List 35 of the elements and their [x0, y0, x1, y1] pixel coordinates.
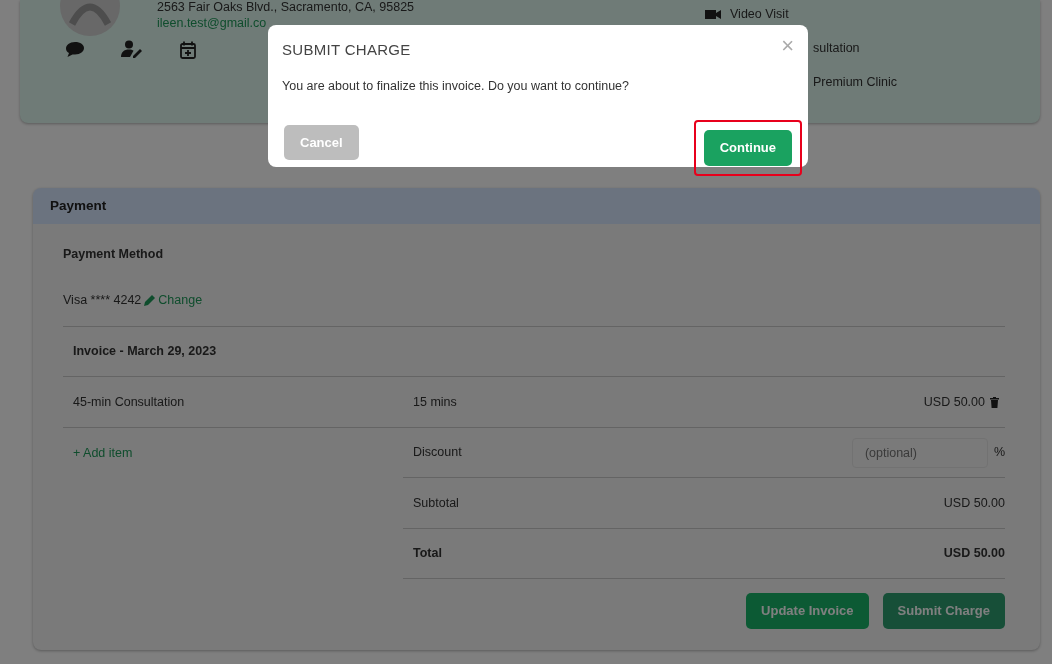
card-header: Payment: [33, 188, 1040, 225]
email-link[interactable]: ileen.test@gmail.co: [157, 14, 267, 32]
appointment-text: sultation: [813, 40, 860, 58]
summary-label: Total: [413, 545, 442, 563]
close-button[interactable]: ×: [781, 35, 794, 57]
add-item-link[interactable]: + Add item: [73, 443, 133, 463]
item-amount: USD 50.00: [923, 393, 985, 411]
continue-button[interactable]: Continue: [703, 130, 792, 166]
summary-amount: USD 50.00: [943, 545, 1005, 563]
invoice-title: Invoice - March 29, 2023: [73, 343, 217, 361]
percent-text: %: [993, 444, 1005, 462]
discount-field[interactable]: (optional): [851, 437, 988, 468]
user-edit-icon[interactable]: [121, 40, 143, 58]
item-duration: 15 mins: [413, 393, 457, 411]
video-camera-icon: [705, 8, 721, 20]
item-name: 45-min Consultation: [73, 393, 185, 411]
trash-icon[interactable]: [990, 396, 999, 408]
summary-amount: USD 50.00: [943, 494, 1005, 512]
cancel-button[interactable]: Cancel: [284, 124, 359, 161]
discount-label: Discount: [413, 444, 462, 462]
avatar-icon: [60, 0, 120, 36]
calendar-plus-icon[interactable]: [179, 40, 197, 60]
appointment-text: Premium Clinic: [813, 74, 898, 92]
chat-icon[interactable]: [65, 40, 85, 58]
appointment-text: Video Visit: [730, 5, 789, 23]
section-label: Payment Method: [63, 246, 164, 264]
address-text: 2563 Fair Oaks Blvd., Sacramento, CA, 95825: [157, 0, 415, 14]
card-number-text: Visa **** 4242: [63, 292, 142, 309]
summary-label: Subtotal: [413, 494, 459, 512]
pencil-icon: [144, 294, 156, 306]
modal-message: You are about to finalize this invoice. Do you want to continue?: [282, 77, 630, 95]
submit-button[interactable]: Submit Charge: [882, 593, 1005, 629]
modal-title: SUBMIT CHARGE: [282, 40, 411, 60]
change-link[interactable]: Change: [144, 291, 203, 310]
update-button[interactable]: Update Invoice: [746, 593, 869, 629]
